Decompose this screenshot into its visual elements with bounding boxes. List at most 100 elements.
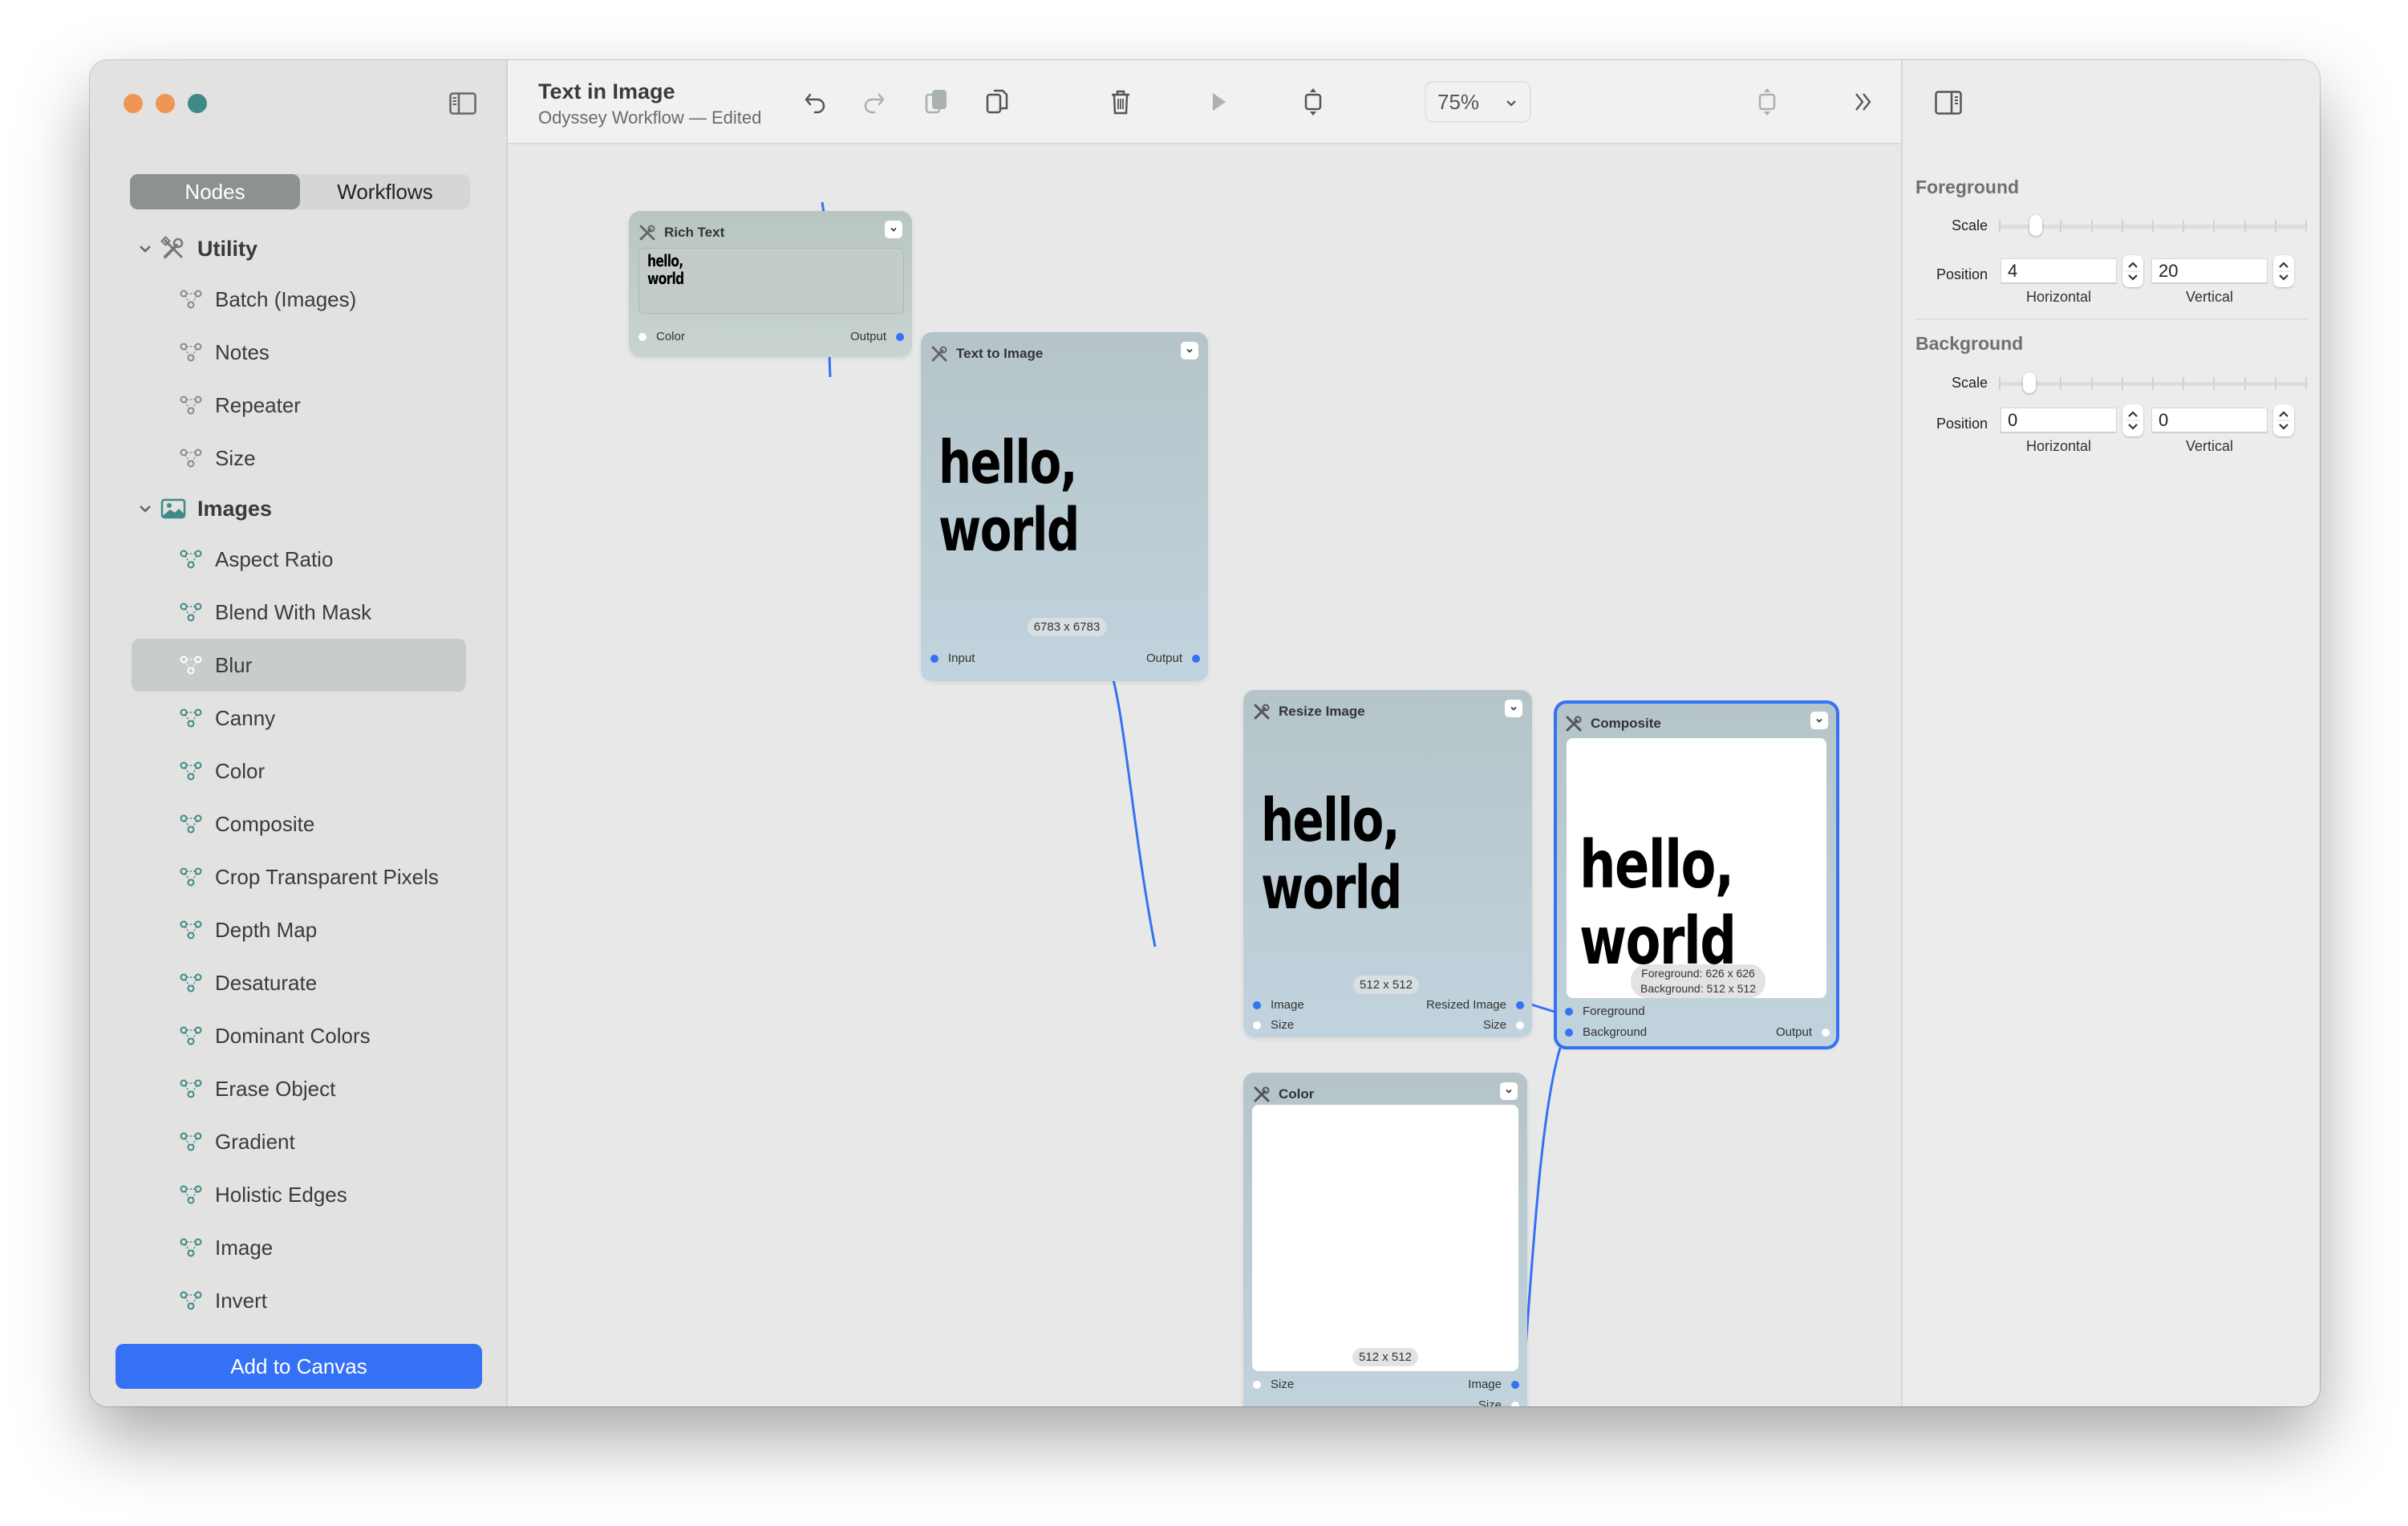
- sidebar-item-blur[interactable]: Blur: [90, 639, 508, 692]
- port-input-foreground[interactable]: Foreground: [1565, 1004, 1645, 1018]
- delete-button[interactable]: [1105, 86, 1137, 118]
- tools-icon: [160, 236, 184, 258]
- rich-text-editor[interactable]: hello, world: [638, 248, 904, 314]
- item-label: Size: [215, 445, 256, 470]
- sidebar-item-holistic-edges[interactable]: Holistic Edges: [90, 1168, 508, 1221]
- zoom-window-button[interactable]: [188, 94, 207, 113]
- foreground-horizontal-input[interactable]: [2001, 258, 2117, 284]
- group-utility[interactable]: Utility: [90, 225, 508, 273]
- sidebar-item-composite[interactable]: Composite: [90, 797, 508, 850]
- node-composite[interactable]: Composite hello, world Foreground: 626 x…: [1554, 700, 1839, 1049]
- port-output[interactable]: Output: [850, 330, 904, 343]
- slider-tick: [2305, 377, 2307, 390]
- minimize-window-button[interactable]: [156, 94, 175, 113]
- sidebar-item-canny[interactable]: Canny: [90, 692, 508, 745]
- port-output[interactable]: Output: [1776, 1025, 1830, 1039]
- port-output-resized-image[interactable]: Resized Image: [1426, 998, 1524, 1012]
- foreground-scale-label: Scale: [1951, 217, 1988, 233]
- node-rich-text[interactable]: Rich Text hello, world Color Output: [629, 211, 912, 357]
- close-window-button[interactable]: [124, 94, 143, 113]
- slider-tick: [2121, 377, 2123, 390]
- background-horizontal-input[interactable]: [2001, 408, 2117, 433]
- tab-nodes[interactable]: Nodes: [130, 174, 300, 209]
- preview-line-2: world: [938, 496, 1080, 565]
- node-title: Composite: [1591, 716, 1661, 731]
- item-label: Gradient: [215, 1129, 295, 1154]
- background-horizontal-stepper[interactable]: [2122, 404, 2143, 436]
- copy-button[interactable]: [920, 86, 952, 118]
- background-vertical-input[interactable]: [2151, 408, 2268, 433]
- sidebar-item-size[interactable]: Size: [90, 432, 508, 485]
- node-graph-icon: [180, 920, 202, 940]
- rich-text-line-2: world: [647, 269, 684, 288]
- port-output-image[interactable]: Image: [1468, 1378, 1519, 1391]
- background-vertical-stepper[interactable]: [2273, 404, 2294, 436]
- toggle-inspector-button[interactable]: [1935, 91, 1962, 115]
- sidebar-item-dominant-colors[interactable]: Dominant Colors: [90, 1009, 508, 1062]
- node-tree: Utility Batch (Images) Notes Repeater Si…: [90, 225, 508, 1327]
- foreground-vertical-input[interactable]: [2151, 258, 2268, 284]
- sidebar-item-desaturate[interactable]: Desaturate: [90, 956, 508, 1009]
- sidebar-item-batch-images[interactable]: Batch (Images): [90, 273, 508, 326]
- inspector-panel: Foreground Scale Position Horizontal Ver…: [1901, 60, 2320, 1406]
- slider-tick: [2152, 220, 2154, 233]
- paste-button[interactable]: [981, 86, 1013, 118]
- node-graph-icon: [180, 761, 202, 781]
- sidebar-item-color[interactable]: Color: [90, 745, 508, 797]
- port-input-background[interactable]: Background: [1565, 1025, 1647, 1039]
- center-selection-button[interactable]: [1751, 86, 1783, 118]
- sidebar-item-notes[interactable]: Notes: [90, 326, 508, 379]
- node-title: Rich Text: [664, 225, 725, 240]
- zoom-level-select[interactable]: 75%: [1425, 81, 1531, 123]
- node-text-to-image[interactable]: Text to Image hello, world 6783 x 6783 I…: [921, 332, 1208, 681]
- port-label: Image: [1468, 1378, 1502, 1391]
- node-menu-button[interactable]: [1810, 712, 1828, 729]
- undo-button[interactable]: [800, 86, 832, 118]
- redo-button[interactable]: [857, 86, 890, 118]
- node-menu-button[interactable]: [1505, 700, 1522, 717]
- add-to-canvas-button[interactable]: Add to Canvas: [116, 1344, 482, 1389]
- port-input-size[interactable]: Size: [1253, 1018, 1294, 1032]
- sidebar-item-blend-with-mask[interactable]: Blend With Mask: [90, 586, 508, 639]
- port-label: Output: [1775, 1025, 1812, 1039]
- background-scale-slider[interactable]: [1999, 372, 2307, 393]
- sidebar-item-depth-map[interactable]: Depth Map: [90, 903, 508, 956]
- port-output[interactable]: Output: [1146, 651, 1200, 665]
- toggle-sidebar-button[interactable]: [449, 92, 476, 115]
- node-color[interactable]: Color 512 x 512 Size Image Size: [1243, 1073, 1527, 1406]
- port-input-size[interactable]: Size: [1253, 1378, 1294, 1391]
- slider-thumb[interactable]: [2029, 215, 2043, 236]
- port-input[interactable]: Input: [930, 651, 975, 665]
- fit-canvas-button[interactable]: [1297, 86, 1329, 118]
- slider-thumb[interactable]: [2023, 372, 2037, 393]
- group-images[interactable]: Images: [90, 485, 508, 533]
- port-label: Input: [948, 651, 975, 665]
- node-menu-button[interactable]: [1500, 1082, 1518, 1100]
- node-resize-image[interactable]: Resize Image hello, world 512 x 512 Imag…: [1243, 690, 1532, 1037]
- workflow-canvas[interactable]: Rich Text hello, world Color Output Text…: [508, 144, 1901, 1406]
- foreground-vertical-stepper[interactable]: [2273, 255, 2294, 287]
- sidebar-item-erase-object[interactable]: Erase Object: [90, 1062, 508, 1115]
- more-toolbar-button[interactable]: [1847, 86, 1879, 118]
- sidebar-item-repeater[interactable]: Repeater: [90, 379, 508, 432]
- node-menu-button[interactable]: [1181, 342, 1198, 359]
- port-label: Output: [849, 330, 886, 343]
- tab-workflows[interactable]: Workflows: [300, 174, 470, 209]
- node-menu-button[interactable]: [885, 221, 902, 238]
- slider-tick: [2274, 377, 2276, 390]
- port-output-size[interactable]: Size: [1483, 1018, 1524, 1032]
- foreground-horizontal-stepper[interactable]: [2122, 255, 2143, 287]
- run-button[interactable]: [1202, 86, 1234, 118]
- sidebar-item-gradient[interactable]: Gradient: [90, 1115, 508, 1168]
- foreground-scale-slider[interactable]: [1999, 215, 2307, 236]
- sidebar-item-image[interactable]: Image: [90, 1221, 508, 1274]
- sidebar-item-crop-transparent-pixels[interactable]: Crop Transparent Pixels: [90, 850, 508, 903]
- port-input-image[interactable]: Image: [1253, 998, 1304, 1012]
- port-output-size[interactable]: Size: [1478, 1398, 1519, 1406]
- sidebar-item-aspect-ratio[interactable]: Aspect Ratio: [90, 533, 508, 586]
- sidebar-right-icon: [1935, 91, 1962, 115]
- item-label: Composite: [215, 811, 315, 836]
- port-input-color[interactable]: Color: [638, 330, 685, 343]
- sidebar-item-invert[interactable]: Invert: [90, 1274, 508, 1327]
- node-graph-icon: [180, 867, 202, 887]
